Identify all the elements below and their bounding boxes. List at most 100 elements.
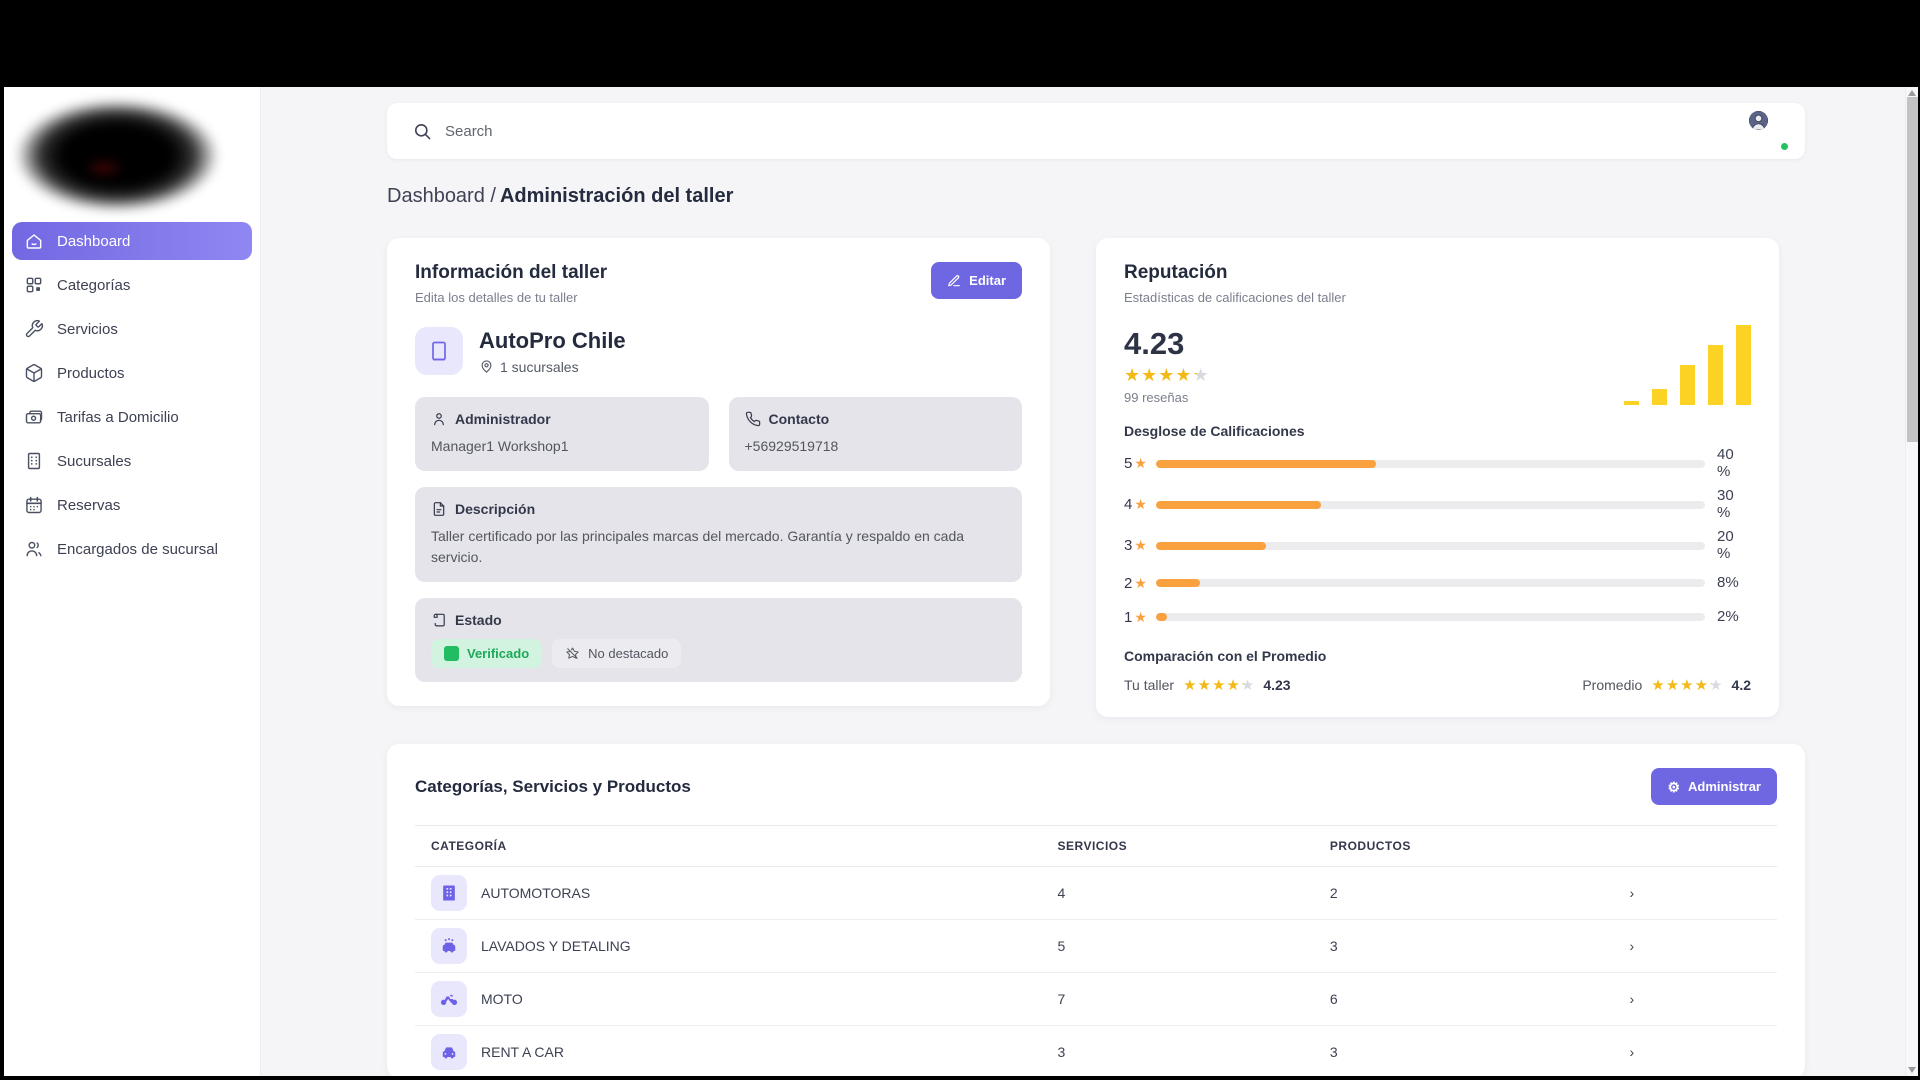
workshop-info-card: Información del taller Edita los detalle…: [387, 238, 1050, 706]
rating-value: 4.23: [1124, 326, 1185, 361]
sidebar-item-label: Reservas: [57, 496, 121, 514]
pencil-icon: [948, 274, 960, 286]
sidebar-item-servicios[interactable]: Servicios: [12, 310, 252, 348]
main-content: Search Dashboard / Administración del tal…: [261, 87, 1918, 1076]
breakdown-pct: 40 %: [1717, 446, 1734, 480]
branch-count: 1 sucursales: [500, 358, 579, 375]
comparison-title: Comparación con el Promedio: [1124, 648, 1327, 664]
rating-mini-bar-chart: [1624, 323, 1751, 405]
breakdown-row: 2 ★ 8%: [1124, 570, 1751, 596]
mini-bar: [1680, 365, 1695, 405]
sidebar-item-productos[interactable]: Productos: [12, 354, 252, 392]
reputation-card-subtitle: Estadísticas de calificaciones del talle…: [1124, 290, 1346, 305]
table-row-rentacar[interactable]: RENT A CAR 3 3 ›: [415, 1026, 1777, 1076]
sidebar-item-label: Productos: [57, 364, 125, 382]
contact-box: Contacto +56929519718: [728, 397, 1022, 471]
search-input[interactable]: Search: [445, 123, 1749, 140]
user-icon: [434, 413, 444, 426]
chevron-right-icon[interactable]: ›: [1614, 877, 1777, 909]
mini-bar: [1736, 325, 1751, 405]
chevron-right-icon[interactable]: ›: [1614, 930, 1777, 962]
rating-breakdown: 5 ★ 40 % 4 ★ 30 % 3 ★ 20 % 2 ★ 8% 1 ★ 2%: [1124, 446, 1751, 630]
breakdown-row: 4 ★ 30 %: [1124, 487, 1751, 521]
sidebar-item-reservas[interactable]: Reservas: [12, 486, 252, 524]
products-count: 6: [1329, 991, 1338, 1007]
average-rating: Promedio ★ ★ ★ ★ ★ 4.2: [1582, 676, 1751, 694]
sidebar-item-categorias[interactable]: Categorías: [12, 266, 252, 304]
search-icon: [414, 123, 431, 139]
status-box: Estado Verificado No destacado: [415, 598, 1022, 682]
car-icon: [431, 1034, 467, 1070]
scroll-down-arrow[interactable]: [1908, 1067, 1916, 1073]
sidebar-item-tarifas[interactable]: Tarifas a Domicilio: [12, 398, 252, 436]
scroll-up-arrow[interactable]: [1908, 90, 1916, 96]
catalog-table: CATEGORÍA SERVICIOS PRODUCTOS AUTOMOTORA…: [415, 825, 1777, 1076]
admin-box: Administrador Manager1 Workshop1: [415, 397, 709, 471]
breakdown-row: 5 ★ 40 %: [1124, 446, 1751, 480]
breadcrumb-parent[interactable]: Dashboard /: [387, 185, 496, 207]
breakdown-title: Desglose de Calificaciones: [1124, 423, 1305, 439]
users-icon: [26, 541, 42, 557]
reputation-card-title: Reputación: [1124, 262, 1228, 283]
description-text: Taller certificado por las principales m…: [431, 528, 965, 565]
breadcrumb-current: Administración del taller: [499, 185, 734, 207]
breakdown-pct: 20 %: [1717, 528, 1734, 562]
your-rating-stars: ★ ★ ★ ★ ★: [1183, 676, 1255, 694]
manage-button[interactable]: ⚙ Administrar: [1651, 768, 1777, 805]
online-status-dot: [1779, 141, 1790, 152]
breakdown-pct: 8%: [1717, 573, 1739, 591]
motorcycle-icon: [431, 981, 467, 1017]
contact-value: +56929519718: [744, 438, 839, 454]
services-count: 3: [1057, 1044, 1066, 1060]
star-icon: ★: [1134, 537, 1147, 553]
sidebar-item-sucursales[interactable]: Sucursales: [12, 442, 252, 480]
gear-icon: ⚙: [1667, 778, 1681, 795]
mini-bar: [1708, 345, 1723, 405]
services-count: 7: [1057, 991, 1066, 1007]
chevron-right-icon[interactable]: ›: [1614, 983, 1777, 1015]
user-avatar[interactable]: [1749, 111, 1790, 152]
verified-badge: Verificado: [431, 639, 543, 668]
certificate-icon: [433, 613, 445, 627]
mini-bar: [1624, 401, 1639, 405]
reputation-card: Reputación Estadísticas de calificacione…: [1096, 238, 1779, 717]
column-header-servicios: SERVICIOS: [1057, 839, 1128, 853]
table-row-moto[interactable]: MOTO 7 6 ›: [415, 973, 1777, 1026]
products-count: 3: [1329, 1044, 1338, 1060]
redacted-logo: [4, 87, 264, 245]
grid-icon: [26, 277, 42, 293]
vertical-scrollbar[interactable]: [1905, 87, 1918, 1076]
table-header-row: CATEGORÍA SERVICIOS PRODUCTOS: [415, 825, 1777, 867]
top-search-bar: Search: [387, 103, 1805, 159]
scrollbar-thumb[interactable]: [1907, 97, 1918, 442]
star-icon: ★: [1134, 574, 1147, 591]
services-count: 4: [1057, 885, 1066, 901]
breakdown-row: 3 ★ 20 %: [1124, 528, 1751, 562]
star-off-icon: [566, 647, 579, 659]
workshop-name: AutoPro Chile: [479, 327, 626, 353]
sidebar-item-encargados[interactable]: Encargados de sucursal: [12, 530, 252, 568]
calendar-icon: [26, 496, 42, 514]
catalog-card: Categorías, Servicios y Productos ⚙ Admi…: [387, 744, 1805, 1076]
admin-value: Manager1 Workshop1: [431, 438, 569, 454]
products-count: 2: [1329, 885, 1338, 901]
chevron-right-icon[interactable]: ›: [1614, 1036, 1777, 1068]
banknotes-icon: [25, 410, 43, 424]
app-window: Dashboard Categorías Servicios Productos…: [4, 87, 1918, 1076]
workshop-card-title: Información del taller: [415, 262, 608, 283]
column-header-categoria: CATEGORÍA: [431, 839, 507, 853]
sidebar-item-label: Servicios: [57, 320, 118, 338]
breakdown-row: 1 ★ 2%: [1124, 604, 1751, 630]
table-row-automotoras[interactable]: AUTOMOTORAS 4 2 ›: [415, 867, 1777, 920]
workshop-card-subtitle: Edita los detalles de tu taller: [415, 290, 578, 305]
description-box: Descripción Taller certificado por las p…: [415, 487, 1022, 582]
building-icon: [27, 452, 41, 470]
document-icon: [433, 502, 445, 516]
table-row-lavados[interactable]: LAVADOS Y DETALING 5 3 ›: [415, 920, 1777, 973]
edit-button[interactable]: Editar: [931, 262, 1022, 299]
column-header-productos: PRODUCTOS: [1329, 839, 1411, 853]
average-rating-stars: ★ ★ ★ ★ ★: [1651, 676, 1723, 694]
catalog-card-title: Categorías, Servicios y Productos: [415, 776, 691, 796]
workshop-building-icon: [415, 327, 463, 375]
your-workshop-rating: Tu taller ★ ★ ★ ★ ★ 4.23: [1124, 676, 1291, 694]
